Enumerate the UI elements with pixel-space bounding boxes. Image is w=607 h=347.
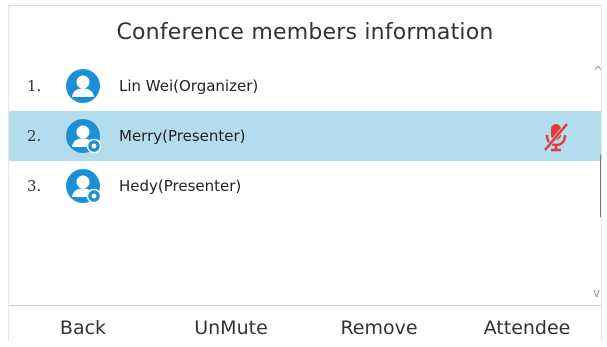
person-presenter-icon (66, 119, 101, 154)
member-index: 1. (27, 77, 42, 95)
member-name: Merry(Presenter) (119, 127, 246, 145)
conference-members-screen: Conference members information 1. Lin We… (8, 5, 602, 342)
microphone-muted-icon (543, 122, 569, 152)
member-row[interactable]: 1. Lin Wei(Organizer) (9, 61, 601, 111)
member-row[interactable]: 3. Hedy(Presenter) (9, 161, 601, 211)
remove-softkey[interactable]: Remove (305, 306, 453, 342)
member-name: Lin Wei(Organizer) (119, 77, 259, 95)
attendee-softkey[interactable]: Attendee (453, 306, 601, 342)
softkey-bar: Back UnMute Remove Attendee (9, 305, 601, 342)
scrollbar-thumb[interactable] (600, 154, 601, 218)
member-index: 2. (27, 127, 42, 145)
scroll-up-icon[interactable]: ^ (593, 64, 601, 78)
members-list[interactable]: 1. Lin Wei(Organizer) 2. Merry(Presenter… (9, 58, 601, 305)
title-bar: Conference members information (9, 6, 601, 59)
member-row-selected[interactable]: 2. Merry(Presenter) (9, 111, 601, 161)
person-icon (66, 69, 100, 103)
member-name: Hedy(Presenter) (119, 177, 242, 195)
scroll-down-icon[interactable]: v (593, 286, 600, 300)
back-softkey[interactable]: Back (9, 306, 157, 342)
unmute-softkey[interactable]: UnMute (157, 306, 305, 342)
member-index: 3. (27, 177, 42, 195)
person-presenter-icon (66, 169, 101, 204)
page-title: Conference members information (116, 19, 494, 45)
